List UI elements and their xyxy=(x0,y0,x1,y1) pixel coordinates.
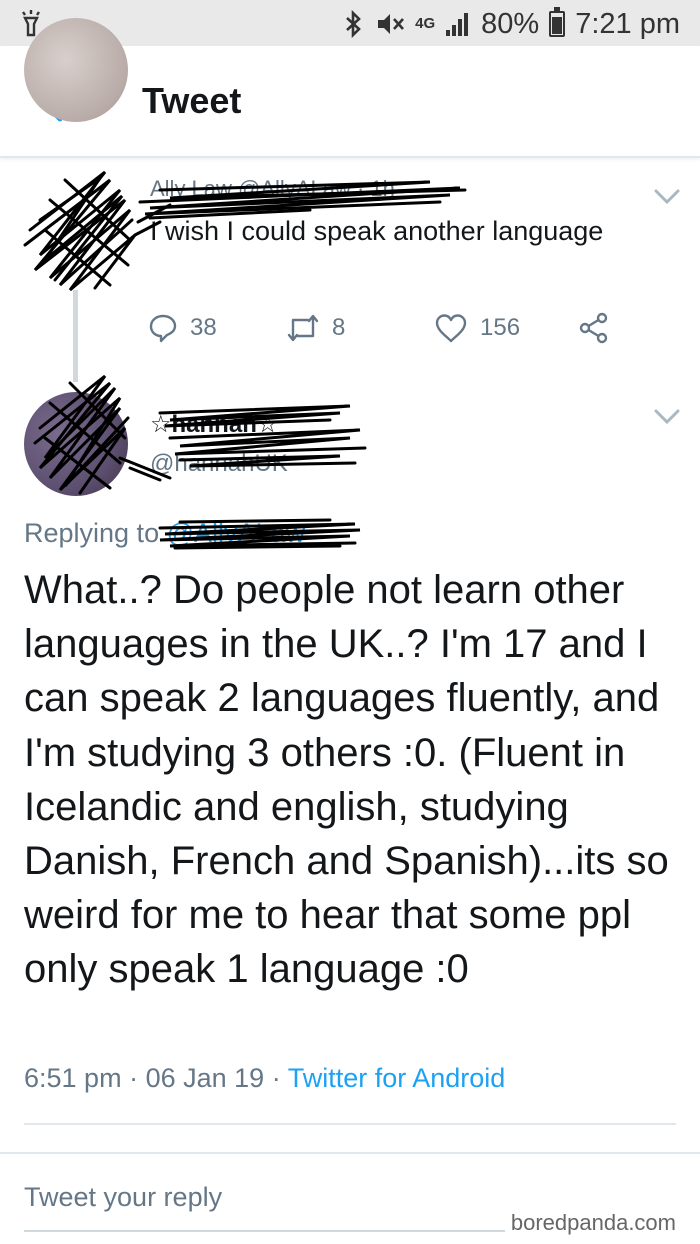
chevron-down-icon[interactable] xyxy=(654,408,680,426)
reply-author-avatar[interactable] xyxy=(24,392,128,496)
tweet-actions: 38 8 156 xyxy=(148,308,628,348)
chevron-down-icon[interactable] xyxy=(654,188,680,206)
mute-icon xyxy=(378,14,405,34)
reply-author-handle[interactable]: @hannahUK xyxy=(150,450,288,478)
bluetooth-icon xyxy=(346,10,362,38)
replying-to-line: Replying to @AllyALaw xyxy=(24,518,305,549)
status-icons: 4G 80% 7:21 pm xyxy=(343,4,680,44)
share-icon xyxy=(579,312,608,344)
divider xyxy=(0,1152,700,1154)
divider xyxy=(24,1123,676,1125)
replying-to-label: Replying to xyxy=(24,518,160,548)
share-action[interactable] xyxy=(578,308,610,348)
thread-connector xyxy=(73,290,78,382)
reply-count: 38 xyxy=(190,314,217,341)
page-title: Tweet xyxy=(142,80,242,121)
heart-icon xyxy=(435,314,467,343)
meta-separator: · xyxy=(271,1063,288,1093)
clock: 7:21 pm xyxy=(575,7,680,40)
tweet-metadata: 6:51 pm · 06 Jan 19 · Twitter for Androi… xyxy=(24,1063,505,1094)
meta-separator: · xyxy=(129,1063,146,1093)
network-type: 4G xyxy=(415,15,436,32)
replying-to-mention[interactable]: @AllyALaw xyxy=(167,518,305,548)
like-action[interactable]: 156 xyxy=(434,308,520,348)
original-author-header[interactable]: Ally Law @AllyALaw · 1h xyxy=(150,176,395,202)
reply-tweet-text: What..? Do people not learn other langua… xyxy=(24,568,669,992)
battery-percent: 80% xyxy=(481,7,540,40)
tweet-date: 06 Jan 19 xyxy=(145,1063,265,1093)
tweet-time: 6:51 pm xyxy=(24,1063,122,1093)
reply-author-name[interactable]: ☆hannah☆ xyxy=(150,410,278,439)
retweet-icon xyxy=(287,314,319,342)
reply-action[interactable]: 38 xyxy=(148,308,217,348)
retweet-count: 8 xyxy=(332,314,346,341)
like-count: 156 xyxy=(480,314,521,341)
signal-icon xyxy=(446,13,469,36)
tweet-source-link[interactable]: Twitter for Android xyxy=(288,1063,506,1093)
retweet-action[interactable]: 8 xyxy=(286,308,345,348)
watermark: boredpanda.com xyxy=(504,1210,682,1236)
original-author-avatar[interactable] xyxy=(24,18,128,122)
reply-input[interactable]: Tweet your reply xyxy=(24,1182,222,1213)
reply-icon xyxy=(149,314,177,343)
original-tweet-text: I wish I could speak another language xyxy=(150,216,604,246)
battery-icon xyxy=(549,7,566,37)
